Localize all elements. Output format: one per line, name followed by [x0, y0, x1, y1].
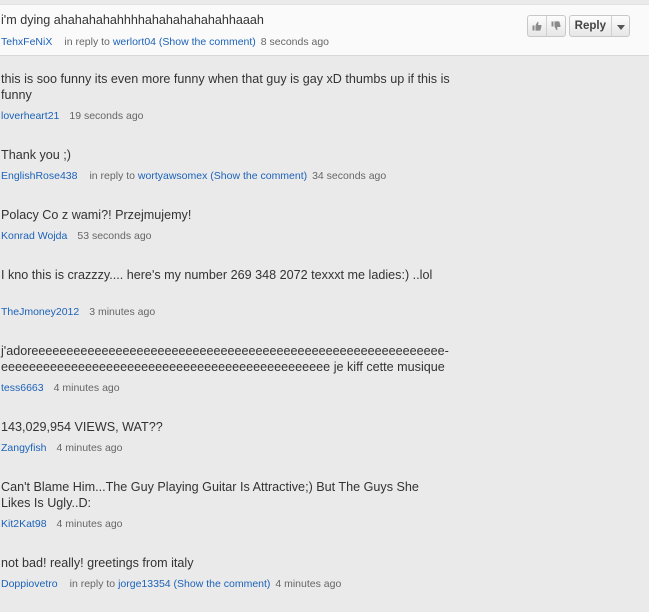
- comment-text: Thank you ;): [1, 148, 71, 162]
- dislike-button[interactable]: [545, 16, 565, 36]
- comment-meta: Doppiovetro in reply to jorge13354 (Show …: [1, 577, 341, 591]
- comment-author-link[interactable]: Doppiovetro: [1, 578, 58, 590]
- comment-meta: TheJmoney2012 3 minutes ago: [1, 305, 155, 319]
- comment-meta: Kit2Kat98 4 minutes ago: [1, 517, 123, 531]
- comment-time: 4 minutes ago: [56, 442, 123, 454]
- comment-author-link[interactable]: EnglishRose438: [1, 170, 77, 182]
- comment-text: I kno this is crazzzy.... here's my numb…: [1, 268, 433, 282]
- reply-prefix: in reply to: [89, 170, 135, 182]
- comment-time: 53 seconds ago: [77, 230, 152, 242]
- comment-meta: Konrad Wojda 53 seconds ago: [1, 229, 152, 243]
- reply-menu-button[interactable]: [612, 16, 629, 36]
- comment-text: 143,029,954 VIEWS, WAT??: [1, 420, 163, 434]
- comment-text: Can't Blame Him...The Guy Playing Guitar…: [1, 480, 423, 510]
- reply-target-link[interactable]: werlort04: [113, 36, 156, 48]
- comment-text: i'm dying ahahahahahhhhahahahahahahhaaah: [1, 13, 264, 27]
- comment-time: 3 minutes ago: [89, 306, 156, 318]
- thumbs-up-icon: [532, 21, 542, 31]
- reply-button-group: Reply: [568, 15, 630, 37]
- comment-time: 4 minutes ago: [56, 518, 123, 530]
- comment-text: Polacy Co z wami?! Przejmujemy!: [1, 208, 192, 222]
- comment-author-link[interactable]: TheJmoney2012: [1, 306, 79, 318]
- comment-meta: Zangyfish 4 minutes ago: [1, 441, 123, 455]
- comment-time: 8 seconds ago: [260, 36, 330, 48]
- comment-author-link[interactable]: tess6663: [1, 382, 44, 394]
- comment-meta: tess6663 4 minutes ago: [1, 381, 120, 395]
- comment-item: i'm dying ahahahahahhhhahahahahahahhaaah…: [0, 4, 649, 56]
- show-comment-link[interactable]: (Show the comment): [174, 578, 271, 590]
- comment-text: this is soo funny its even more funny wh…: [1, 72, 454, 102]
- comment-actions: Reply: [526, 15, 630, 37]
- comment-text: not bad! really! greetings from italy: [1, 556, 194, 570]
- comment-author-link[interactable]: Zangyfish: [1, 442, 47, 454]
- comment-author-link[interactable]: Kit2Kat98: [1, 518, 47, 530]
- comment-time: 4 minutes ago: [275, 578, 342, 590]
- thumbs-down-icon: [551, 21, 561, 31]
- show-comment-link[interactable]: (Show the comment): [210, 170, 307, 182]
- reply-prefix: in reply to: [69, 578, 116, 590]
- show-comment-link[interactable]: (Show the comment): [159, 36, 256, 48]
- comment-meta: loverheart21 19 seconds ago: [1, 109, 144, 123]
- reply-prefix: in reply to: [64, 36, 110, 48]
- comment-author-link[interactable]: Konrad Wojda: [1, 230, 67, 242]
- comment-text: j'adoreeeeeeeeeeeeeeeeeeeeeeeeeeeeeeeeee…: [1, 344, 449, 374]
- comment-author-link[interactable]: loverheart21: [1, 110, 59, 122]
- comment-meta: EnglishRose438 in reply to wortyawsomex (…: [1, 169, 386, 183]
- comment-time: 19 seconds ago: [69, 110, 144, 122]
- chevron-down-icon: [616, 17, 625, 35]
- vote-buttons: [526, 15, 566, 37]
- comment-time: 4 minutes ago: [53, 382, 120, 394]
- comment-author-link[interactable]: TehxFeNiX: [1, 36, 52, 48]
- comment-time: 34 seconds ago: [312, 170, 387, 182]
- comment-meta: TehxFeNiX in reply to werlort04 (Show the…: [1, 35, 329, 49]
- reply-target-link[interactable]: jorge13354: [118, 578, 171, 590]
- like-button[interactable]: [528, 16, 546, 36]
- reply-button[interactable]: Reply: [570, 16, 612, 36]
- reply-target-link[interactable]: wortyawsomex: [138, 170, 207, 182]
